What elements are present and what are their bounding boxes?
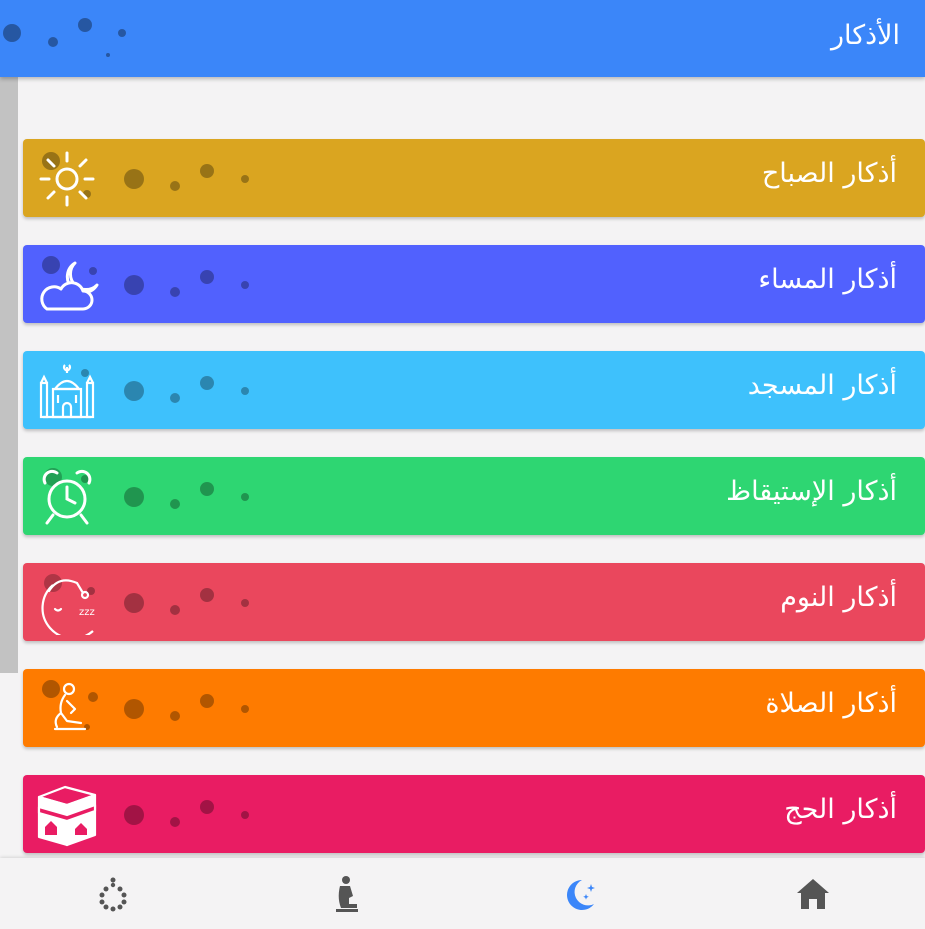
card-morning-azkar[interactable]: أذكار الصباح [23,139,925,217]
card-label: أذكار الحج [784,794,897,825]
praying-person-icon [336,876,358,912]
prayer-beads-icon [99,877,127,912]
alarm-clock-icon [42,469,92,525]
scrollbar[interactable] [0,77,18,673]
card-label: أذكار النوم [780,582,897,613]
nav-prayer[interactable] [322,870,370,918]
card-evening-azkar[interactable]: أذكار المساء [23,245,925,323]
card-label: أذكار المساء [758,264,897,295]
home-icon [797,879,829,909]
card-sleep-azkar[interactable]: zzz أذكار النوم [23,563,925,641]
app-bar: الأذكار [0,0,925,77]
moon-cloud-icon [40,261,99,311]
card-hajj-azkar[interactable]: أذكار الحج [23,775,925,853]
nav-home[interactable] [789,870,837,918]
decorative-dots [3,18,126,57]
kaaba-icon [37,785,97,847]
card-prayer-azkar[interactable]: أذكار الصلاة [23,669,925,747]
mosque-icon [39,364,95,419]
sun-icon [39,151,95,207]
sleeping-moon-icon: zzz [41,579,95,635]
card-waking-azkar[interactable]: أذكار الإستيقاظ [23,457,925,535]
praying-person-icon [53,682,87,731]
card-label: أذكار الصلاة [765,688,897,719]
nav-tasbih[interactable] [89,870,137,918]
svg-text:zzz: zzz [79,607,95,618]
card-label: أذكار المسجد [747,370,897,401]
card-label: أذكار الإستيقاظ [726,476,897,507]
bottom-navigation [0,858,925,929]
card-label: أذكار الصباح [761,158,897,189]
card-mosque-azkar[interactable]: أذكار المسجد [23,351,925,429]
nav-azkar[interactable] [556,870,604,918]
page-title: الأذكار [830,20,900,51]
crescent-moon-icon [567,880,595,910]
